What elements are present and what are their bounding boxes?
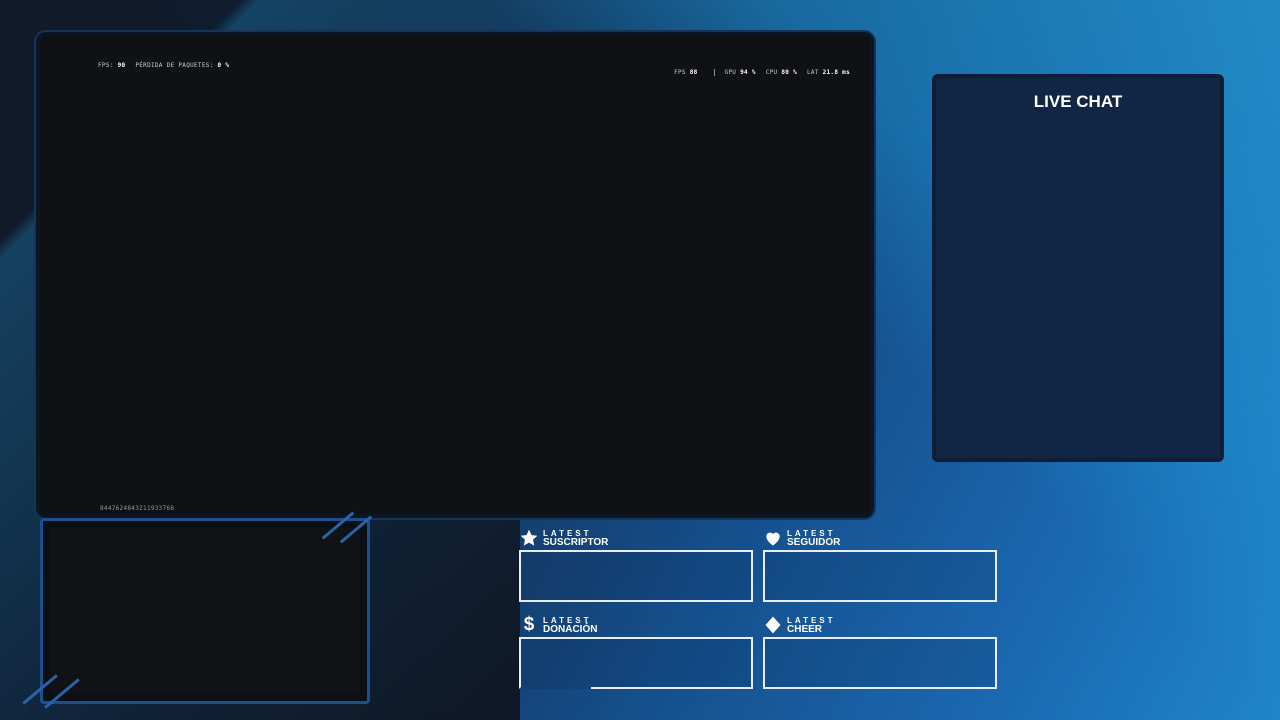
hud-separator — [713, 69, 715, 76]
hud-lat-value: 21.8 ms — [822, 69, 850, 76]
dollar-icon: $ — [523, 614, 535, 635]
latest-donation-underline — [591, 687, 753, 689]
latest-cheer-header: LATEST CHEER — [763, 615, 836, 635]
hud-gpu-value: 94 % — [740, 69, 756, 76]
live-chat-panel: LIVE CHAT — [932, 74, 1224, 462]
latest-follower-header: LATEST SEGUIDOR — [763, 528, 840, 548]
latest-donation-box — [519, 637, 753, 689]
hud-cpu-label: CPU — [765, 69, 778, 76]
hud-packet-loss-label: PÉRDIDA DE PAQUETES: — [135, 62, 214, 69]
latest-follower-label: SEGUIDOR — [787, 537, 841, 548]
latest-donation-label: DONACIÓN — [543, 624, 598, 635]
hud-id-code: 8447624843211933768 — [100, 505, 175, 512]
hud-gpu-label: GPU — [724, 69, 737, 76]
webcam-area — [50, 528, 360, 694]
hud-cpu-value: 80 % — [781, 69, 798, 76]
latest-subscriber-label: SUSCRIPTOR — [543, 537, 609, 548]
hud-top-right: FPS 88 GPU 94 % CPU 80 % LAT 21.8 ms — [674, 69, 856, 76]
hud-packet-loss-value: 0 % — [217, 62, 230, 69]
star-icon — [519, 528, 539, 548]
latest-subscriber-header: LATEST SUSCRIPTOR — [519, 528, 608, 548]
latest-cheer-box — [763, 637, 997, 689]
hud-fps-label: FPS: — [98, 62, 114, 69]
hud-lat-label: LAT — [806, 69, 819, 76]
hud-fps-value: 90 — [117, 62, 126, 69]
webcam-frame — [40, 518, 370, 704]
game-capture-frame: FPS: 90 PÉRDIDA DE PAQUETES: 0 % FPS 88 … — [40, 36, 870, 514]
hud-right-fps-label: FPS — [674, 69, 686, 76]
hud-right-fps-value: 88 — [689, 69, 698, 76]
latest-subscriber-box — [519, 550, 753, 602]
latest-follower-box — [763, 550, 997, 602]
live-chat-title: LIVE CHAT — [1033, 92, 1123, 111]
latest-donation-header: $ LATEST DONACIÓN — [519, 614, 598, 635]
diamond-icon — [763, 615, 783, 635]
hud-top-left: FPS: 90 PÉRDIDA DE PAQUETES: 0 % — [98, 62, 235, 69]
heart-icon — [763, 528, 783, 548]
latest-cheer-label: CHEER — [787, 624, 823, 635]
